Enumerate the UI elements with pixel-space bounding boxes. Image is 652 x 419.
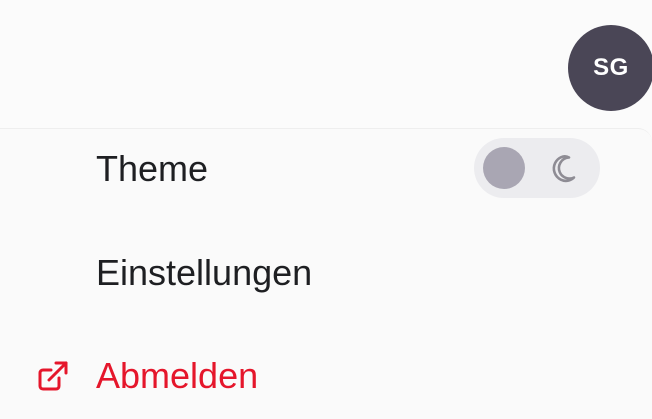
menu-item-settings[interactable]: Einstellungen [0,238,640,308]
theme-toggle[interactable] [474,138,600,198]
menu-item-label: Theme [96,148,209,189]
avatar-initials: SG [593,54,629,81]
menu-item-logout[interactable]: Abmelden [0,341,640,411]
menu-item-label: Abmelden [96,355,259,396]
toggle-knob [483,147,525,189]
external-link-icon [38,361,68,391]
menu-item-label: Einstellungen [96,252,313,293]
avatar[interactable]: SG [568,25,652,111]
moon-icon [552,155,576,183]
